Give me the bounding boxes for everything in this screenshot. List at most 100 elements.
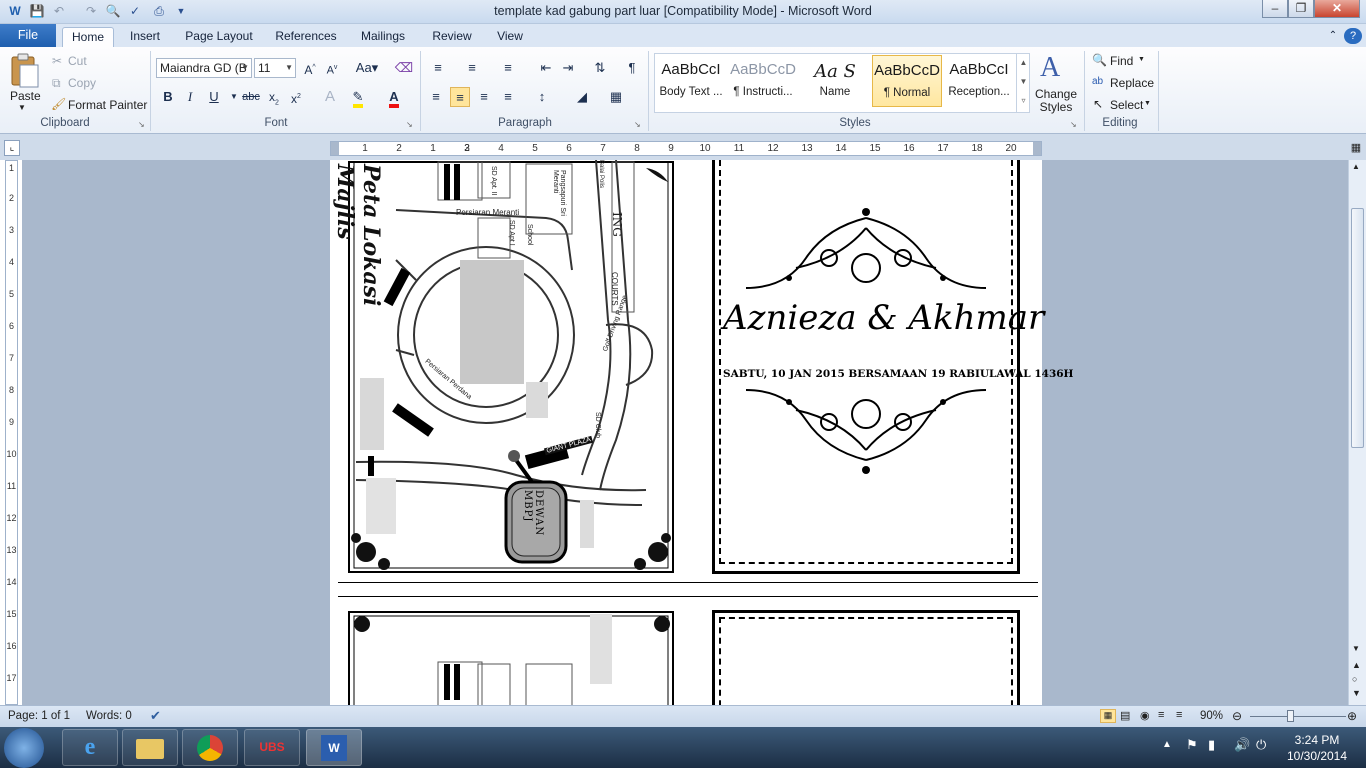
minimize-button[interactable]: – [1262, 0, 1288, 18]
paragraph-launcher-icon[interactable]: ↘ [634, 120, 641, 129]
italic-icon[interactable]: I [180, 87, 200, 107]
tab-selector-icon[interactable]: ⌞ [4, 140, 20, 156]
word-taskbar-icon[interactable]: W [306, 729, 362, 766]
font-color-icon[interactable]: A [384, 87, 404, 108]
numbering-icon[interactable]: ≡ [462, 58, 482, 78]
internet-explorer-icon[interactable]: e [62, 729, 118, 766]
superscript-icon[interactable]: x2 [286, 87, 306, 107]
outline-icon[interactable]: ≡ [1158, 709, 1164, 721]
clipboard-launcher-icon[interactable]: ↘ [138, 120, 145, 129]
draft-icon[interactable]: ≡ [1176, 709, 1182, 721]
zoom-out-icon[interactable]: ⊖ [1232, 709, 1242, 723]
style-normal[interactable]: AaBbCcD ¶ Normal [872, 55, 942, 107]
volume-icon[interactable]: 🔊 [1234, 737, 1250, 753]
select-dropdown-icon[interactable]: ▼ [1144, 100, 1151, 107]
align-left-icon[interactable]: ≡ [426, 87, 446, 107]
select-button[interactable]: Select [1110, 98, 1143, 112]
horizontal-ruler[interactable]: 1 2 1 2 3 4 5 6 7 8 9 10 11 12 13 14 15 … [330, 141, 1042, 156]
scroll-up-icon[interactable]: ▲ [1352, 162, 1360, 171]
replace-button[interactable]: Replace [1110, 76, 1154, 90]
clear-formatting-icon[interactable]: ⌫ [394, 58, 414, 78]
format-painter-button[interactable]: Format Painter [68, 98, 147, 112]
change-styles-button[interactable]: Change Styles [1034, 88, 1078, 114]
subscript-icon[interactable]: x2 [264, 87, 284, 107]
document-page[interactable]: DEWAN MBPJ Peta Lokasi Majlis Persiaran … [330, 160, 1073, 705]
tab-home[interactable]: Home [62, 27, 114, 47]
word-count[interactable]: Words: 0 [86, 710, 132, 722]
scroll-down-icon[interactable]: ▼ [1352, 644, 1360, 653]
next-page-icon[interactable]: ▼ [1352, 688, 1361, 698]
increase-indent-icon[interactable]: ⇥ [558, 58, 578, 78]
grow-font-icon[interactable]: A^ [300, 58, 320, 78]
strikethrough-icon[interactable]: abc [240, 87, 262, 107]
show-formatting-icon[interactable]: ¶ [622, 58, 642, 78]
tab-file[interactable]: File [0, 24, 56, 47]
change-styles-icon[interactable]: A [1040, 53, 1070, 83]
collapse-ribbon-icon[interactable]: ⌃ [1324, 27, 1342, 47]
tab-view[interactable]: View [490, 27, 530, 47]
clock-date[interactable]: 10/30/2014 [1284, 749, 1350, 763]
line-spacing-icon[interactable]: ↕ [532, 87, 552, 107]
align-center-icon[interactable]: ≡ [450, 87, 470, 107]
zoom-level[interactable]: 90% [1200, 710, 1223, 722]
file-explorer-icon[interactable] [122, 729, 178, 766]
font-launcher-icon[interactable]: ↘ [406, 120, 413, 129]
print-layout-icon[interactable]: ▦ [1100, 709, 1116, 723]
style-instructions[interactable]: AaBbCcD ¶ Instructi... [728, 55, 798, 107]
action-center-icon[interactable]: ⚑ [1186, 737, 1198, 753]
shrink-font-icon[interactable]: Av [322, 58, 342, 78]
close-button[interactable]: ✕ [1314, 0, 1360, 18]
previous-page-icon[interactable]: ▲ [1352, 660, 1361, 670]
tab-mailings[interactable]: Mailings [354, 27, 412, 47]
justify-icon[interactable]: ≡ [498, 87, 518, 107]
underline-icon[interactable]: U [204, 87, 224, 107]
highlight-icon[interactable]: ✎ [348, 87, 368, 108]
font-size-combo[interactable]: 11 ▼ [254, 58, 296, 78]
styles-launcher-icon[interactable]: ↘ [1070, 120, 1077, 129]
decrease-indent-icon[interactable]: ⇤ [536, 58, 556, 78]
start-button-icon[interactable] [4, 728, 44, 768]
bold-icon[interactable]: B [158, 87, 178, 107]
bullets-icon[interactable]: ≡ [428, 58, 448, 78]
style-reception[interactable]: AaBbCcI Reception... [944, 55, 1014, 107]
show-hidden-icons[interactable]: ▲ [1162, 739, 1172, 750]
borders-icon[interactable]: ▦ [606, 87, 626, 107]
chrome-icon[interactable] [182, 729, 238, 766]
tab-references[interactable]: References [270, 27, 342, 47]
styles-scroll[interactable]: ▲ ▼ ▿ [1016, 53, 1030, 113]
text-effects-icon[interactable]: A [320, 87, 340, 107]
power-icon[interactable]: ⏻ [1256, 737, 1266, 753]
multilevel-list-icon[interactable]: ≡ [498, 58, 518, 78]
zoom-slider-thumb[interactable] [1287, 710, 1294, 722]
tab-page-layout[interactable]: Page Layout [180, 27, 258, 47]
proofing-icon[interactable]: ✔ [150, 708, 161, 724]
page-count[interactable]: Page: 1 of 1 [8, 710, 70, 722]
tab-review[interactable]: Review [424, 27, 480, 47]
maximize-button[interactable]: ❐ [1288, 0, 1314, 18]
clock-time[interactable]: 3:24 PM [1284, 733, 1350, 747]
copy-button[interactable]: Copy [68, 76, 96, 90]
full-screen-reading-icon[interactable]: ▤ [1120, 709, 1130, 722]
style-name-style[interactable]: Aa S Name [800, 55, 870, 107]
view-ruler-icon[interactable]: ▦ [1348, 140, 1364, 156]
shading-icon[interactable]: ◢ [572, 87, 592, 107]
sort-icon[interactable]: ⇅ [590, 58, 610, 78]
zoom-slider[interactable] [1250, 716, 1346, 717]
find-dropdown-icon[interactable]: ▼ [1138, 56, 1145, 63]
help-icon[interactable]: ? [1344, 28, 1362, 44]
align-right-icon[interactable]: ≡ [474, 87, 494, 107]
tab-insert[interactable]: Insert [122, 27, 168, 47]
web-layout-icon[interactable]: ◉ [1140, 709, 1150, 722]
network-icon[interactable]: ▮ [1208, 737, 1215, 753]
browse-object-icon[interactable]: ○ [1352, 674, 1357, 684]
paste-icon[interactable] [8, 53, 40, 89]
ubs-app-icon[interactable]: UBS [244, 729, 300, 766]
zoom-in-icon[interactable]: ⊕ [1347, 709, 1357, 723]
cut-button[interactable]: Cut [68, 54, 87, 68]
change-case-icon[interactable]: Aa▾ [354, 58, 380, 78]
vertical-scrollbar[interactable]: ▲ ▼ ▲ ○ ▼ [1348, 160, 1366, 705]
paste-dropdown-icon[interactable]: ▼ [18, 103, 26, 112]
find-button[interactable]: Find [1110, 54, 1133, 68]
style-body-text[interactable]: AaBbCcI Body Text ... [656, 55, 726, 107]
paste-label[interactable]: Paste [10, 89, 41, 103]
